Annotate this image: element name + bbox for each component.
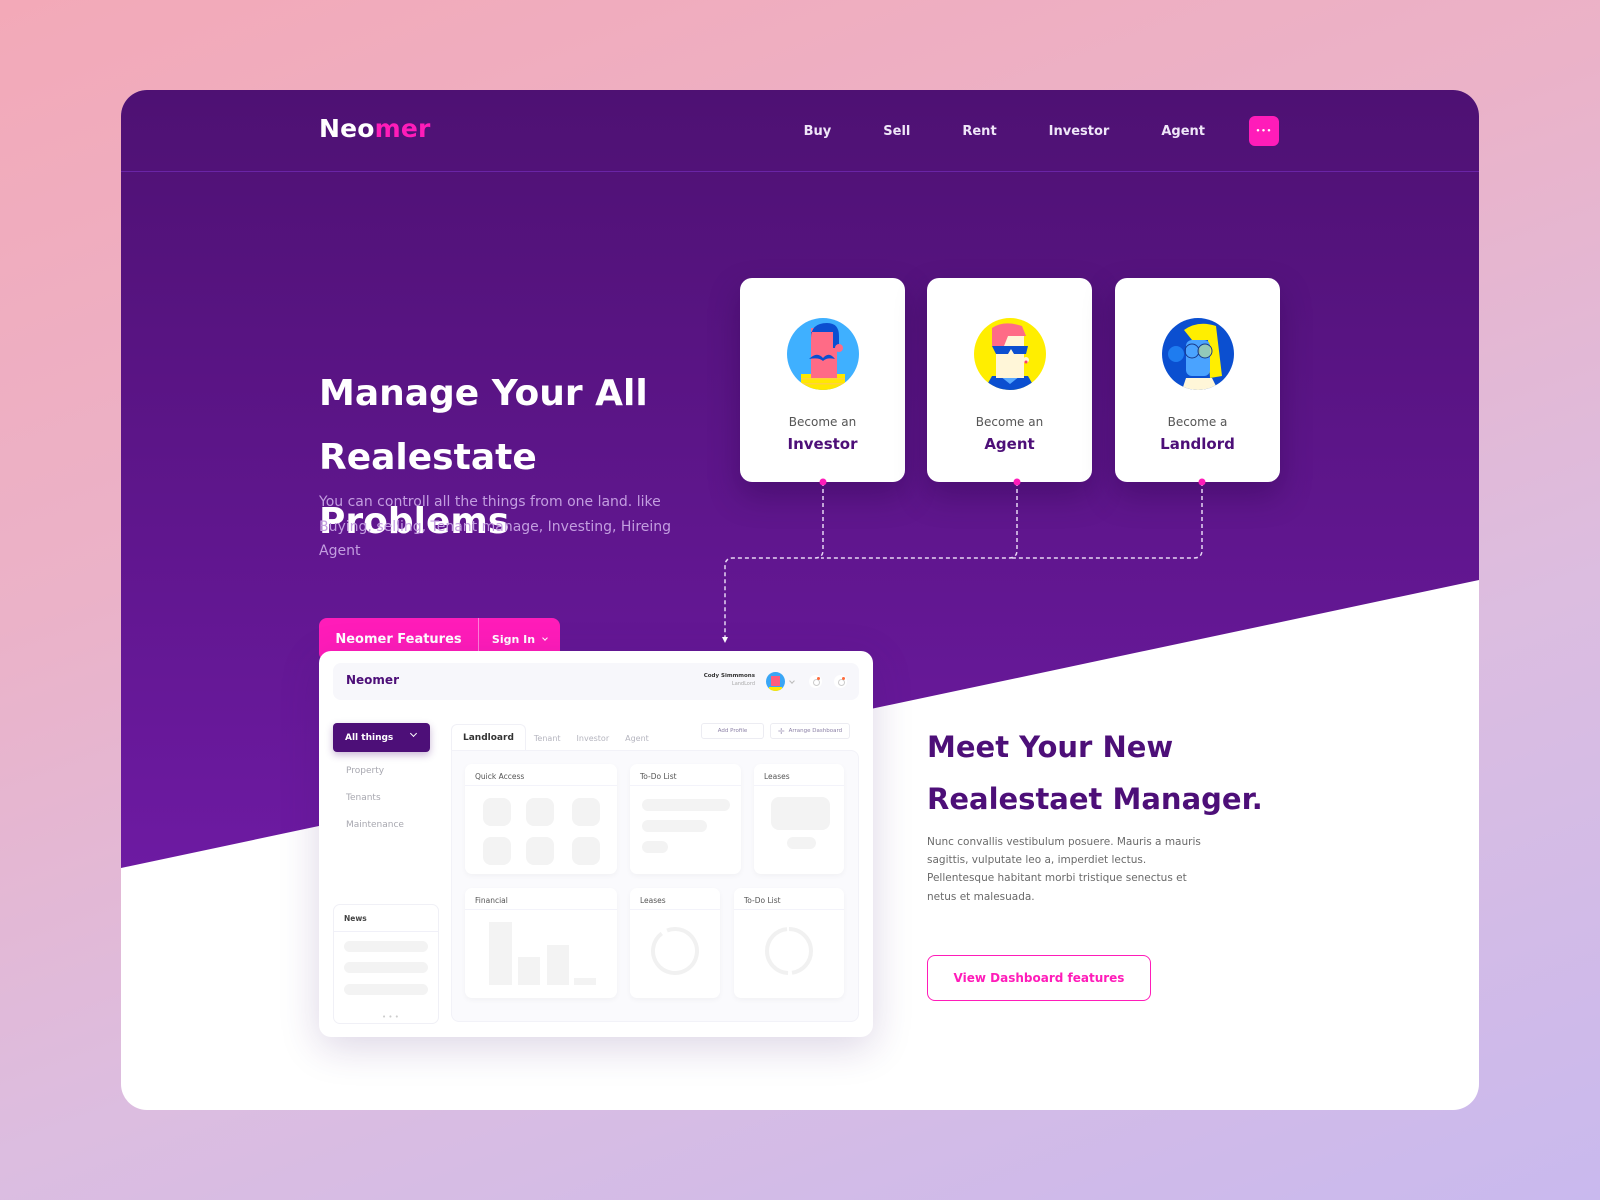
news-title: News: [344, 914, 367, 923]
nav-links: Buy Sell Rent Investor Agent •••: [752, 90, 1279, 172]
chevron-down-icon[interactable]: [789, 678, 795, 684]
tab-investor[interactable]: Investor: [569, 734, 618, 751]
financial-bar: [489, 922, 512, 985]
chevron-down-icon: [542, 635, 548, 641]
meet-title-line-2: Realestaet Manager.: [927, 782, 1263, 816]
notification-bell-icon[interactable]: [834, 675, 847, 688]
meet-title: Meet Your New Realestaet Manager.: [927, 721, 1327, 825]
nav-link-investor[interactable]: Investor: [1049, 124, 1110, 139]
user-avatar[interactable]: [766, 672, 785, 691]
role-name: Landlord: [1160, 435, 1235, 453]
agent-avatar-icon: [973, 318, 1046, 390]
top-navigation: Neomer Buy Sell Rent Investor Agent •••: [121, 90, 1479, 172]
logo-text-mer: mer: [374, 114, 431, 143]
news-more-icon[interactable]: • • •: [382, 1013, 399, 1021]
meet-description: Nunc convallis vestibulum posuere. Mauri…: [927, 836, 1201, 903]
card-title: To-Do List: [744, 896, 781, 905]
card-title: Leases: [764, 772, 790, 781]
side-item-property[interactable]: Property: [346, 766, 384, 776]
landlord-avatar-icon: [1161, 318, 1234, 390]
role-name: Agent: [984, 435, 1035, 453]
more-menu-button[interactable]: •••: [1249, 116, 1279, 146]
dashboard-preview: Neomer Cody Simmmons LandLord All things…: [319, 651, 873, 1037]
nav-link-agent[interactable]: Agent: [1161, 124, 1205, 139]
arrange-dashboard-label: Arrange Dashboard: [788, 728, 843, 734]
donut-placeholder: [651, 927, 699, 975]
card-title: Leases: [640, 896, 666, 905]
role-prefix: Become an: [788, 415, 857, 429]
hero-title-line-1: Manage Your All: [319, 373, 648, 414]
user-name: Cody Simmmons: [703, 673, 755, 679]
leases-card: Leases: [754, 764, 844, 874]
dashboard-panel: Quick Access To-Do List Leases Financial…: [451, 750, 859, 1022]
dashboard-logo: Neomer: [346, 673, 399, 687]
nav-link-rent[interactable]: Rent: [962, 124, 996, 139]
add-profile-label: Add Profile: [717, 728, 748, 734]
news-widget: News • • •: [333, 904, 439, 1024]
role-prefix: Become an: [975, 415, 1044, 429]
dashboard-header: Neomer Cody Simmmons LandLord: [333, 663, 859, 700]
hero-description: You can controll all the things from one…: [319, 494, 672, 559]
financial-bar: [547, 945, 569, 985]
all-things-dropdown[interactable]: All things: [333, 723, 430, 752]
chevron-down-icon: [409, 729, 418, 738]
todo-list-card-2: To-Do List: [734, 888, 844, 998]
investor-avatar-icon: [786, 318, 859, 390]
side-item-maintenance[interactable]: Maintenance: [346, 820, 404, 830]
brand-logo[interactable]: Neomer: [319, 114, 431, 143]
arrange-dashboard-button[interactable]: ✛ Arrange Dashboard: [770, 723, 850, 739]
donut-placeholder: [765, 927, 813, 975]
card-title: Quick Access: [475, 772, 525, 781]
move-icon: ✛: [777, 726, 785, 736]
card-title: Financial: [475, 896, 508, 905]
financial-bar: [518, 957, 540, 985]
quick-access-card: Quick Access: [465, 764, 617, 874]
leases-card-2: Leases: [630, 888, 720, 998]
logo-text-neo: Neo: [319, 114, 375, 143]
all-things-label: All things: [345, 732, 394, 743]
tab-tenant[interactable]: Tenant: [526, 734, 569, 751]
role-prefix: Become a: [1167, 415, 1228, 429]
user-role: LandLord: [731, 681, 755, 687]
tab-agent[interactable]: Agent: [617, 734, 657, 751]
search-icon[interactable]: [809, 675, 822, 688]
meet-title-line-1: Meet Your New: [927, 730, 1174, 764]
role-card-agent[interactable]: Become an Agent: [927, 278, 1092, 482]
nav-link-buy[interactable]: Buy: [804, 124, 832, 139]
view-dashboard-features-button[interactable]: View Dashboard features: [927, 955, 1151, 1001]
ellipsis-icon: •••: [1255, 127, 1273, 135]
role-name: Investor: [787, 435, 858, 453]
financial-card: Financial: [465, 888, 617, 998]
role-card-investor[interactable]: Become an Investor: [740, 278, 905, 482]
add-profile-button[interactable]: Add Profile: [701, 723, 764, 739]
tab-landloard[interactable]: Landloard: [451, 724, 526, 751]
role-card-landlord[interactable]: Become a Landlord: [1115, 278, 1280, 482]
dashboard-user-info: Cody Simmmons LandLord: [704, 673, 755, 687]
landing-page-frame: Neomer Buy Sell Rent Investor Agent ••• …: [121, 90, 1479, 1110]
nav-link-sell[interactable]: Sell: [883, 124, 910, 139]
financial-bar: [574, 978, 596, 985]
side-item-tenants[interactable]: Tenants: [346, 793, 381, 803]
dashboard-tabs: Landloard Tenant Investor Agent: [451, 723, 657, 751]
sign-in-label: Sign In: [491, 633, 536, 646]
todo-list-card: To-Do List: [630, 764, 741, 874]
card-title: To-Do List: [640, 772, 677, 781]
